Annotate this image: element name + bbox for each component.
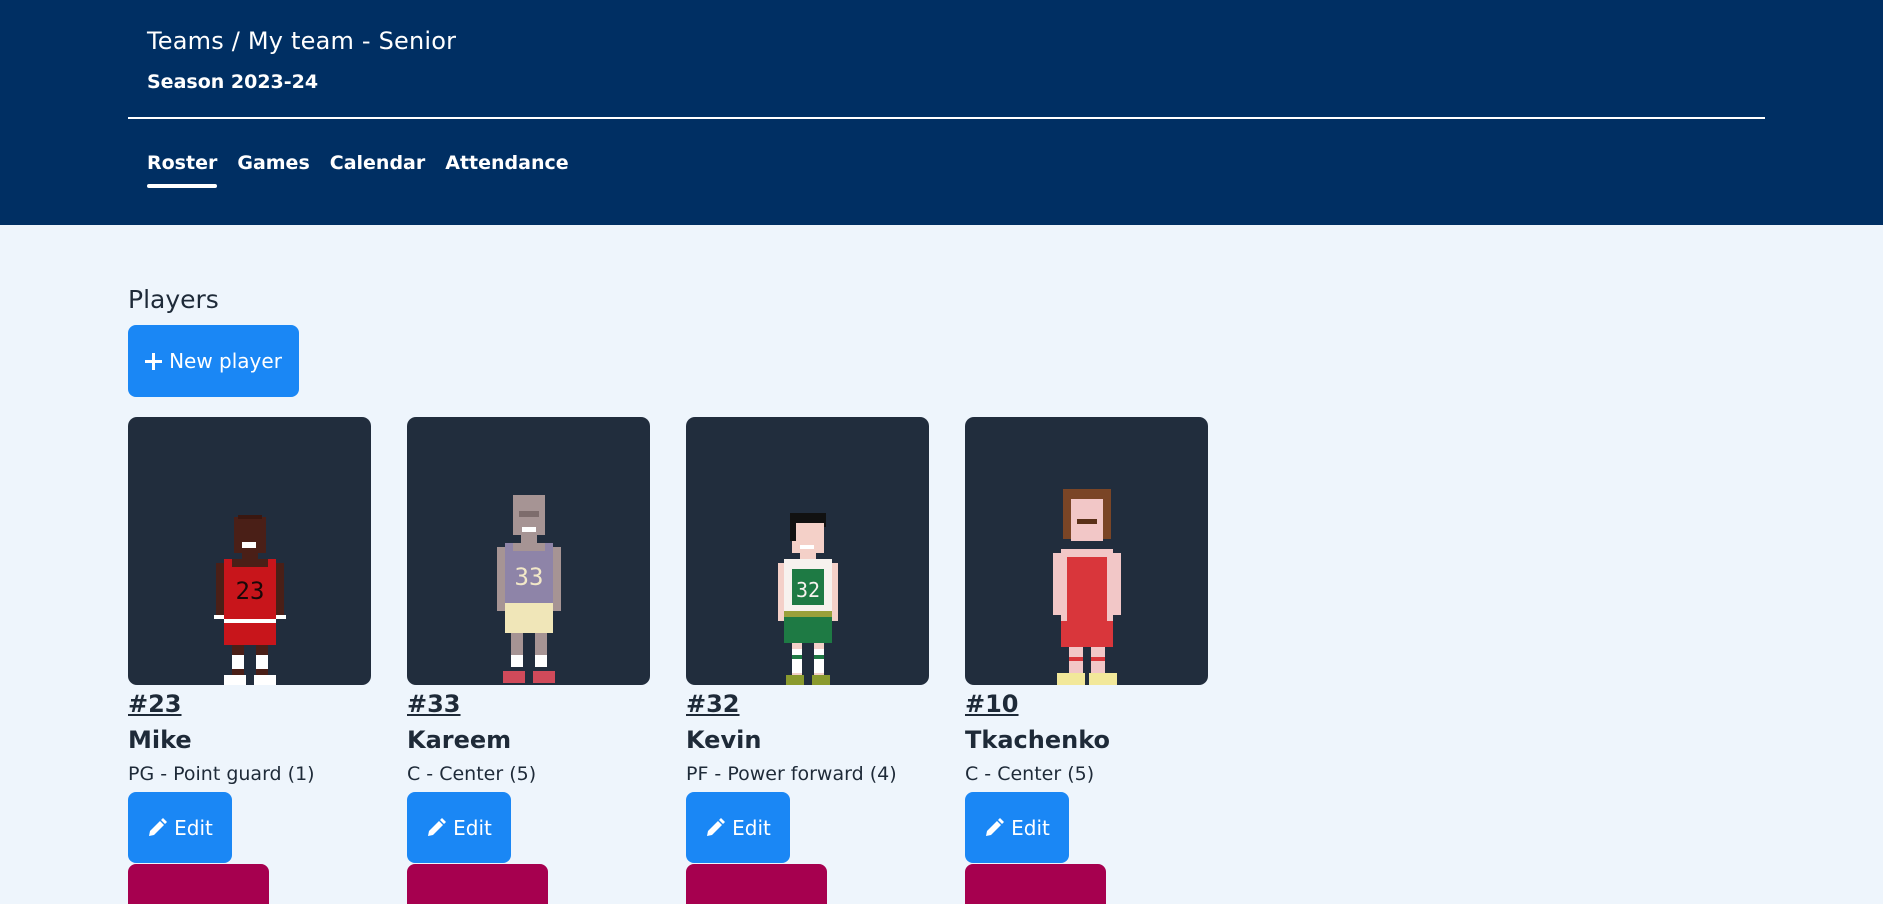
player-card: #10 Tkachenko C - Center (5) Edit	[965, 417, 1208, 904]
plus-icon	[145, 352, 163, 370]
edit-label: Edit	[174, 815, 213, 840]
new-player-button[interactable]: New player	[128, 325, 299, 397]
pencil-icon	[149, 817, 168, 836]
edit-button[interactable]: Edit	[407, 792, 511, 863]
edit-button[interactable]: Edit	[686, 792, 790, 863]
season-label: Season 2023-24	[147, 71, 319, 93]
tab-games[interactable]: Games	[237, 152, 309, 188]
player-position: C - Center (5)	[407, 763, 537, 785]
pencil-icon	[986, 817, 1005, 836]
player-card: 33 #33 Kareem C - Center (5) Edit	[407, 417, 650, 904]
tab-attendance[interactable]: Attendance	[445, 152, 568, 188]
edit-label: Edit	[1011, 815, 1050, 840]
edit-label: Edit	[732, 815, 771, 840]
delete-button[interactable]	[407, 864, 548, 904]
player-number-link[interactable]: #23	[128, 690, 371, 722]
header-divider	[128, 117, 1765, 119]
pixel-player-red-10-icon	[1052, 489, 1121, 685]
delete-button[interactable]	[128, 864, 269, 904]
player-card: 23 #23 Mike PG - Point guard (1) Edit	[128, 417, 371, 904]
delete-button[interactable]	[965, 864, 1106, 904]
top-header: Teams / My team - Senior Season 2023-24 …	[0, 0, 1883, 225]
player-avatar: 32	[686, 417, 929, 685]
player-avatar: 33	[407, 417, 650, 685]
player-avatar	[965, 417, 1208, 685]
player-number-link[interactable]: #32	[686, 690, 929, 722]
player-name: Kareem	[407, 726, 512, 754]
delete-button[interactable]	[686, 864, 827, 904]
tab-bar: Roster Games Calendar Attendance	[147, 152, 569, 188]
svg-text:33: 33	[514, 563, 543, 591]
edit-button[interactable]: Edit	[128, 792, 232, 863]
pixel-player-purple-33-icon: 33	[496, 495, 561, 683]
tab-roster[interactable]: Roster	[147, 152, 218, 188]
edit-button[interactable]: Edit	[965, 792, 1069, 863]
tab-calendar[interactable]: Calendar	[330, 152, 425, 188]
pixel-player-green-32-icon: 32	[777, 513, 838, 685]
svg-text:23: 23	[235, 577, 264, 605]
new-player-label: New player	[169, 349, 282, 373]
player-number-link[interactable]: #33	[407, 690, 650, 722]
player-name: Kevin	[686, 726, 762, 754]
player-position: PF - Power forward (4)	[686, 763, 897, 785]
player-number-link[interactable]: #10	[965, 690, 1208, 722]
player-name: Tkachenko	[965, 726, 1111, 754]
player-position: PG - Point guard (1)	[128, 763, 315, 785]
pencil-icon	[707, 817, 726, 836]
edit-label: Edit	[453, 815, 492, 840]
player-avatar: 23	[128, 417, 371, 685]
player-name: Mike	[128, 726, 192, 754]
pencil-icon	[428, 817, 447, 836]
player-card: 32 #32 Kevin PF - Power forward (4) Edit	[686, 417, 929, 904]
svg-text:32: 32	[795, 578, 819, 602]
pixel-player-red-23-icon: 23	[213, 515, 286, 685]
player-position: C - Center (5)	[965, 763, 1095, 785]
players-heading: Players	[128, 285, 219, 314]
page-title: Teams / My team - Senior	[147, 27, 457, 55]
